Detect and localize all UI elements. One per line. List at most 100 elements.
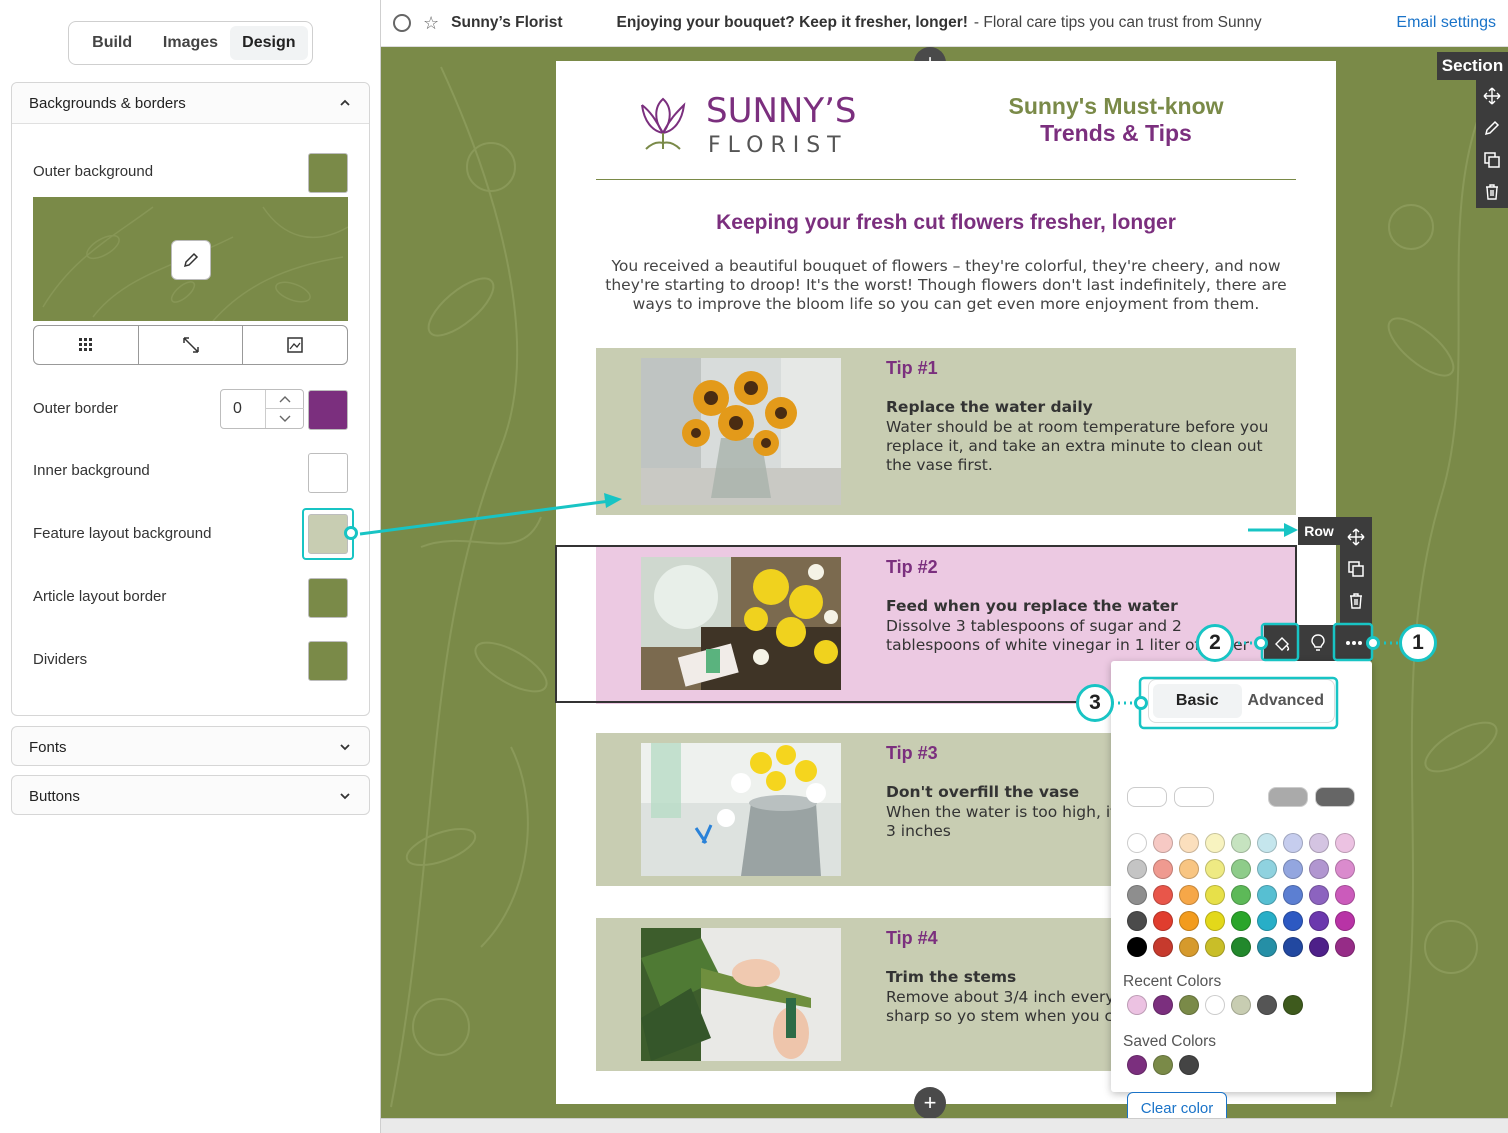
color-swatch[interactable] [1309, 859, 1329, 879]
inner-background-swatch[interactable] [308, 453, 348, 493]
tip-row-1[interactable]: Tip #1 Replace the water daily Water sho… [596, 348, 1296, 515]
saved-color-swatch[interactable] [1127, 1055, 1147, 1075]
article-layout-border-swatch[interactable] [308, 578, 348, 618]
color-swatch[interactable] [1283, 911, 1303, 931]
saved-color-swatch[interactable] [1153, 1055, 1173, 1075]
color-swatch[interactable] [1231, 937, 1251, 957]
move-row-button[interactable] [1340, 521, 1372, 553]
delete-section-button[interactable] [1476, 176, 1508, 208]
tab-build[interactable]: Build [73, 26, 151, 60]
color-swatch[interactable] [1153, 937, 1173, 957]
duplicate-row-button[interactable] [1340, 553, 1372, 585]
move-section-button[interactable] [1476, 80, 1508, 112]
fonts-panel[interactable]: Fonts [11, 726, 370, 766]
color-swatch[interactable] [1283, 859, 1303, 879]
color-swatch[interactable] [1153, 859, 1173, 879]
recent-color-swatch[interactable] [1283, 995, 1303, 1015]
picker-tab-advanced[interactable]: Advanced [1242, 684, 1331, 718]
row-background-color-button[interactable] [1264, 625, 1300, 661]
color-swatch[interactable] [1127, 859, 1147, 879]
color-swatch[interactable] [1257, 833, 1277, 853]
color-swatch[interactable] [1153, 911, 1173, 931]
color-swatch[interactable] [1335, 833, 1355, 853]
buttons-title: Buttons [29, 787, 80, 805]
increment-button[interactable] [266, 390, 304, 409]
edit-section-button[interactable] [1476, 112, 1508, 144]
color-swatch[interactable] [1205, 859, 1225, 879]
color-swatch[interactable] [1127, 937, 1147, 957]
outer-border-swatch[interactable] [308, 390, 348, 430]
edit-background-button[interactable] [171, 240, 211, 280]
recent-color-swatch[interactable] [1205, 995, 1225, 1015]
outer-border-stepper[interactable]: 0 [220, 389, 304, 429]
color-swatch[interactable] [1335, 885, 1355, 905]
recent-color-swatch[interactable] [1153, 995, 1173, 1015]
color-swatch[interactable] [1335, 911, 1355, 931]
tab-images[interactable]: Images [151, 26, 229, 60]
fit-option-button[interactable] [243, 326, 347, 364]
color-swatch[interactable] [1153, 833, 1173, 853]
color-swatch[interactable] [1205, 937, 1225, 957]
tile-option-button[interactable] [34, 326, 139, 364]
picker-tab-basic[interactable]: Basic [1153, 684, 1242, 718]
design-sidebar: Build Images Design Backgrounds & border… [0, 0, 381, 1133]
recent-color-swatch[interactable] [1127, 995, 1147, 1015]
color-swatch[interactable] [1231, 833, 1251, 853]
color-swatch[interactable] [1309, 911, 1329, 931]
color-swatch[interactable] [1179, 937, 1199, 957]
color-swatch[interactable] [1309, 885, 1329, 905]
color-swatch[interactable] [1309, 937, 1329, 957]
color-swatch[interactable] [1153, 885, 1173, 905]
color-swatch[interactable] [1179, 885, 1199, 905]
trash-icon [1350, 593, 1362, 609]
header-divider [596, 179, 1296, 180]
recent-color-swatch[interactable] [1231, 995, 1251, 1015]
recent-color-swatch[interactable] [1257, 995, 1277, 1015]
backgrounds-borders-header[interactable]: Backgrounds & borders [12, 83, 369, 124]
color-swatch[interactable] [1335, 937, 1355, 957]
color-swatch[interactable] [1257, 885, 1277, 905]
color-swatch[interactable] [1335, 859, 1355, 879]
preset-pill-swatch[interactable] [1174, 787, 1214, 807]
decrement-button[interactable] [266, 409, 304, 428]
color-swatch[interactable] [1205, 833, 1225, 853]
preset-pill-swatch[interactable] [1221, 787, 1261, 807]
color-swatch[interactable] [1127, 833, 1147, 853]
trash-icon [1486, 184, 1498, 200]
color-swatch[interactable] [1205, 911, 1225, 931]
email-settings-link[interactable]: Email settings [1396, 14, 1496, 32]
color-swatch[interactable] [1283, 885, 1303, 905]
color-swatch[interactable] [1257, 859, 1277, 879]
color-swatch[interactable] [1179, 911, 1199, 931]
color-swatch[interactable] [1179, 859, 1199, 879]
color-swatch[interactable] [1309, 833, 1329, 853]
color-swatch[interactable] [1257, 937, 1277, 957]
color-swatch[interactable] [1283, 937, 1303, 957]
add-section-bottom-button[interactable]: + [914, 1087, 946, 1118]
color-swatch[interactable] [1179, 833, 1199, 853]
tab-design[interactable]: Design [229, 26, 308, 60]
dividers-swatch[interactable] [308, 641, 348, 681]
stretch-option-button[interactable] [139, 326, 244, 364]
duplicate-section-button[interactable] [1476, 144, 1508, 176]
color-swatch[interactable] [1231, 885, 1251, 905]
outer-background-swatch[interactable] [308, 153, 348, 193]
clear-color-button[interactable]: Clear color [1127, 1092, 1227, 1118]
color-swatch[interactable] [1257, 911, 1277, 931]
preset-pill-swatch[interactable] [1315, 787, 1355, 807]
color-swatch[interactable] [1127, 911, 1147, 931]
saved-color-swatch[interactable] [1179, 1055, 1199, 1075]
color-swatch[interactable] [1283, 833, 1303, 853]
select-circle-icon[interactable] [393, 14, 411, 32]
color-swatch[interactable] [1127, 885, 1147, 905]
preset-pill-swatch[interactable] [1127, 787, 1167, 807]
buttons-panel[interactable]: Buttons [11, 775, 370, 815]
recent-color-swatch[interactable] [1179, 995, 1199, 1015]
color-swatch[interactable] [1231, 859, 1251, 879]
star-icon[interactable]: ☆ [423, 13, 439, 34]
row-ideas-button[interactable] [1300, 625, 1336, 661]
color-swatch[interactable] [1205, 885, 1225, 905]
preset-pill-swatch[interactable] [1268, 787, 1308, 807]
delete-row-button[interactable] [1340, 585, 1372, 617]
color-swatch[interactable] [1231, 911, 1251, 931]
